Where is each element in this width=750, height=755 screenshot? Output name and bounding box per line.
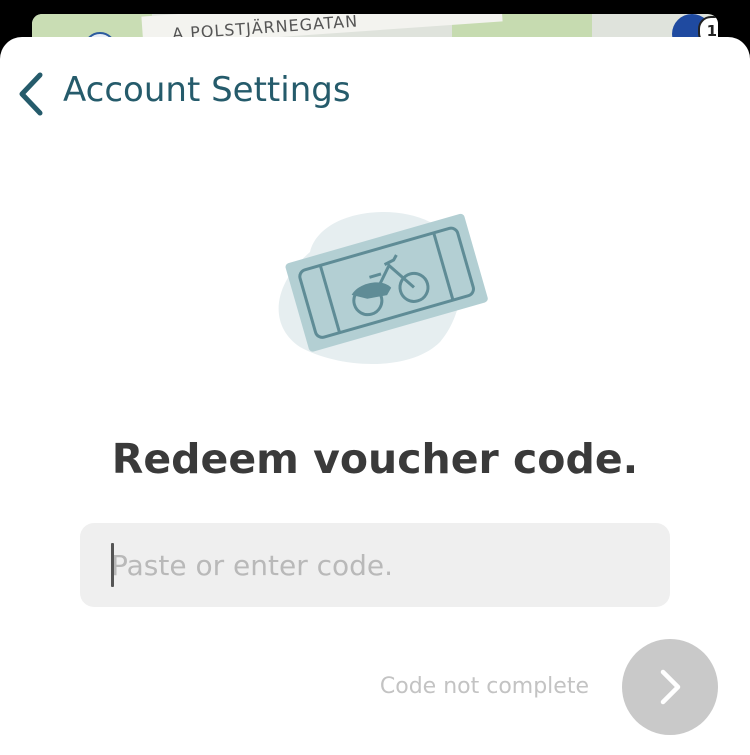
code-field[interactable]: [80, 523, 670, 607]
code-input[interactable]: [111, 535, 651, 595]
page-title: Account Settings: [63, 70, 351, 110]
back-button[interactable]: [14, 69, 48, 119]
voucher-heading: Redeem voucher code.: [111, 435, 639, 483]
next-button[interactable]: [622, 639, 718, 735]
header: Account Settings: [0, 37, 750, 147]
bike-voucher-ticket-icon: [278, 212, 488, 365]
voucher-sheet: Account Settings Redeem voucher code. Co…: [0, 37, 750, 755]
chevron-right-icon: [660, 669, 681, 705]
code-status-text: Code not complete: [379, 674, 589, 699]
text-caret: [111, 543, 114, 587]
chevron-left-icon: [19, 72, 43, 116]
